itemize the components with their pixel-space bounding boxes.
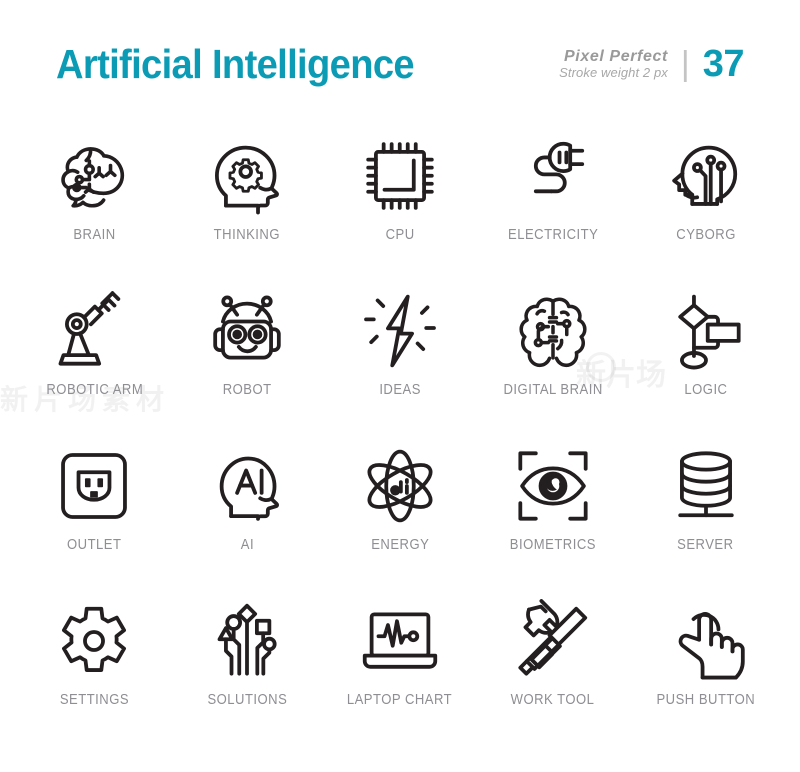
robotic-arm-icon	[46, 283, 142, 379]
icon-cell-thinking[interactable]: THINKING	[171, 128, 324, 283]
icon-cell-robotic-arm[interactable]: ROBOTIC ARM	[18, 283, 171, 438]
icon-cell-work-tool[interactable]: WORK TOOL	[476, 593, 629, 748]
hammer-screwdriver-icon	[505, 593, 601, 689]
icon-cell-push-button[interactable]: PUSH BUTTON	[629, 593, 782, 748]
icon-cell-logic[interactable]: LOGIC	[629, 283, 782, 438]
atom-icon	[352, 438, 448, 534]
cyborg-head-icon	[658, 128, 754, 224]
header-meta: Pixel Perfect Stroke weight 2 px | 37	[559, 38, 744, 83]
icon-label: PUSH BUTTON	[656, 692, 755, 708]
eye-scan-icon	[505, 438, 601, 534]
circuit-nodes-icon	[199, 593, 295, 689]
flowchart-icon	[658, 283, 754, 379]
icon-cell-server[interactable]: SERVER	[629, 438, 782, 593]
robot-head-icon	[199, 283, 295, 379]
ai-head-icon	[199, 438, 295, 534]
icon-cell-electricity[interactable]: ELECTRICITY	[476, 128, 629, 283]
icon-label: IDEAS	[379, 382, 421, 398]
database-server-icon	[658, 438, 754, 534]
icon-cell-robot[interactable]: ROBOT	[171, 283, 324, 438]
icon-label: SOLUTIONS	[207, 692, 288, 708]
icon-label: ROBOT	[222, 382, 272, 398]
icon-cell-biometrics[interactable]: BIOMETRICS	[476, 438, 629, 593]
icon-set-page: Artificial Intelligence Pixel Perfect St…	[0, 0, 800, 772]
icon-cell-digital-brain[interactable]: DIGITAL BRAIN	[476, 283, 629, 438]
power-outlet-icon	[46, 438, 142, 534]
icon-label: ELECTRICITY	[507, 227, 598, 243]
icon-cell-cyborg[interactable]: CYBORG	[629, 128, 782, 283]
icon-label: OUTLET	[67, 537, 122, 553]
brain-icon	[46, 128, 142, 224]
head-gear-icon	[199, 128, 295, 224]
lightning-bolt-icon	[352, 283, 448, 379]
icon-label: AI	[240, 537, 254, 553]
page-header: Artificial Intelligence Pixel Perfect St…	[0, 38, 800, 108]
icon-label: CYBORG	[675, 227, 736, 243]
icon-cell-outlet[interactable]: OUTLET	[18, 438, 171, 593]
icon-label: CPU	[385, 227, 415, 243]
icon-label: WORK TOOL	[510, 692, 595, 708]
icon-cell-cpu[interactable]: CPU	[324, 128, 477, 283]
icon-label: ROBOTIC ARM	[45, 382, 143, 398]
laptop-pulse-icon	[352, 593, 448, 689]
icon-cell-energy[interactable]: ENERGY	[324, 438, 477, 593]
header-divider: |	[680, 45, 690, 83]
gear-icon	[46, 593, 142, 689]
icon-cell-laptop-chart[interactable]: LAPTOP CHART	[324, 593, 477, 748]
digital-brain-icon	[505, 283, 601, 379]
icon-cell-solutions[interactable]: SOLUTIONS	[171, 593, 324, 748]
icon-cell-ai[interactable]: AI	[171, 438, 324, 593]
icon-cell-settings[interactable]: SETTINGS	[18, 593, 171, 748]
icon-cell-ideas[interactable]: IDEAS	[324, 283, 477, 438]
icon-label: THINKING	[214, 227, 281, 243]
icon-label: BRAIN	[73, 227, 116, 243]
power-plug-icon	[505, 128, 601, 224]
icon-label: BIOMETRICS	[509, 537, 596, 553]
cpu-chip-icon	[352, 128, 448, 224]
icon-cell-brain[interactable]: BRAIN	[18, 128, 171, 283]
icon-label: SERVER	[677, 537, 734, 553]
icon-count: 37	[702, 43, 745, 85]
icon-grid: BRAIN THINKING CPU ELECTRICITY CYBORG RO…	[18, 128, 782, 748]
hand-tap-icon	[658, 593, 754, 689]
icon-label: SETTINGS	[59, 692, 130, 708]
icon-label: ENERGY	[370, 537, 430, 553]
pixel-perfect-label: Pixel Perfect	[564, 47, 668, 65]
icon-label: LOGIC	[684, 382, 728, 398]
icon-label: LAPTOP CHART	[347, 692, 453, 708]
stroke-weight-label: Stroke weight 2 px	[559, 64, 668, 80]
pixel-perfect-block: Pixel Perfect Stroke weight 2 px	[559, 48, 668, 80]
page-title: Artificial Intelligence	[56, 41, 415, 87]
icon-label: DIGITAL BRAIN	[503, 382, 603, 398]
